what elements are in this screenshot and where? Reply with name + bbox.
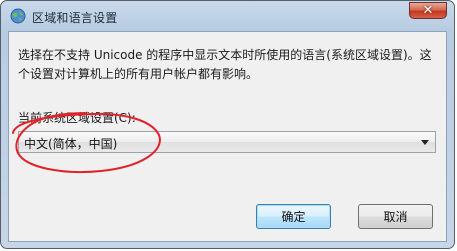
close-button[interactable]: ✕	[409, 2, 447, 19]
dialog-body: 选择在不支持 Unicode 的程序中显示文本时所使用的语言(系统区域设置)。这…	[8, 31, 447, 242]
system-locale-dropdown[interactable]: 中文(简体，中国)	[18, 131, 436, 153]
ok-button[interactable]: 确定	[256, 204, 331, 229]
title-bar[interactable]: 区域和语言设置 ✕	[1, 1, 454, 31]
chevron-down-icon	[421, 140, 429, 145]
close-icon: ✕	[422, 3, 434, 18]
region-globe-icon	[10, 8, 26, 24]
region-language-dialog: 区域和语言设置 ✕ 选择在不支持 Unicode 的程序中显示文本时所使用的语言…	[0, 0, 455, 249]
cancel-button[interactable]: 取消	[358, 204, 433, 229]
system-locale-label: 当前系统区域设置(C):	[18, 111, 136, 125]
window-title: 区域和语言设置	[32, 11, 118, 25]
description-text: 选择在不支持 Unicode 的程序中显示文本时所使用的语言(系统区域设置)。这…	[18, 48, 432, 81]
system-locale-value: 中文(简体，中国)	[24, 137, 118, 151]
